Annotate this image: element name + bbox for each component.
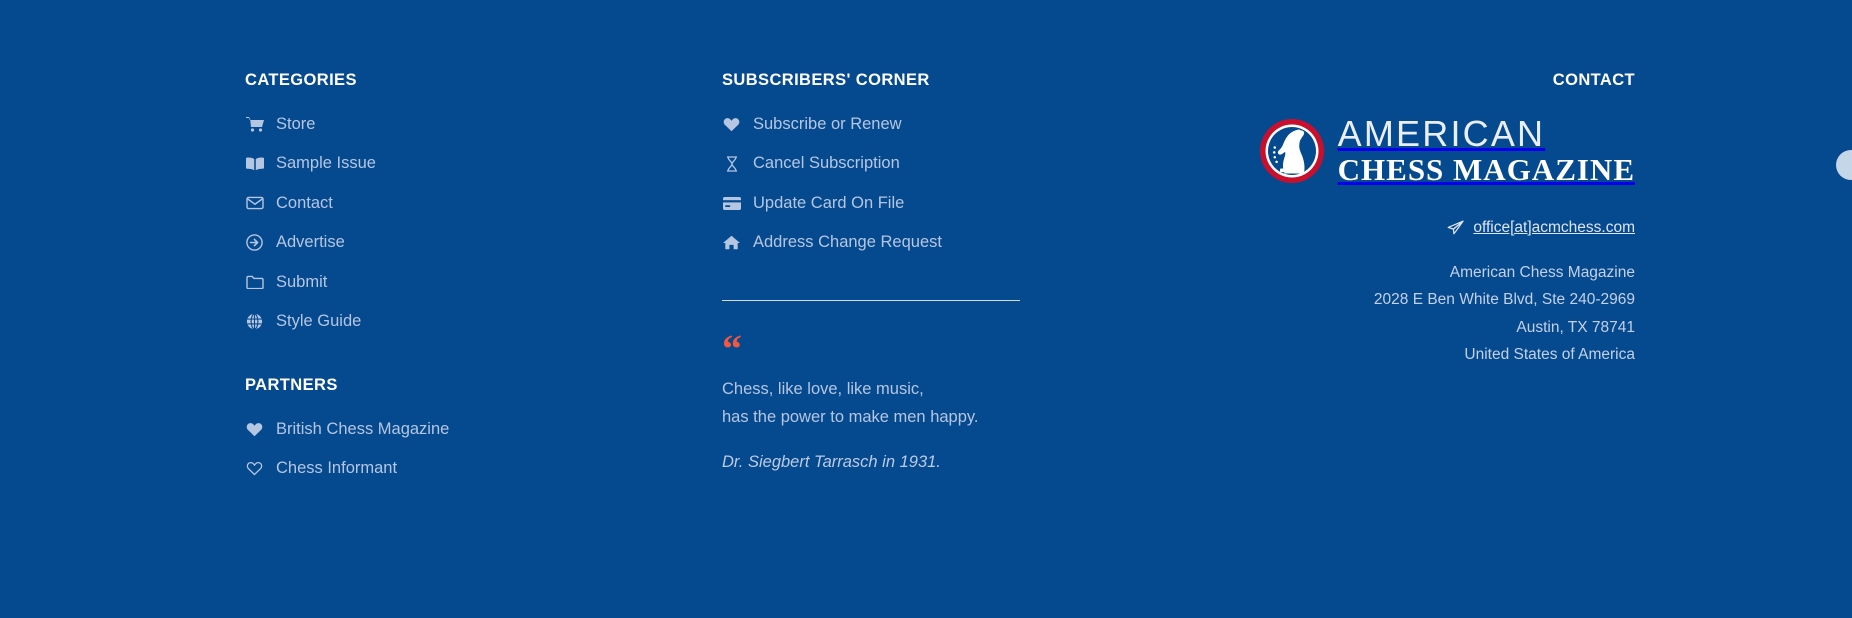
contact-email-link[interactable]: office[at]acmchess.com — [1180, 219, 1635, 237]
link-submit[interactable]: Submit — [245, 273, 575, 292]
link-label: Chess Informant — [276, 459, 398, 477]
footer-column-categories: CATEGORIES Store Sample Issue Contact Ad… — [245, 72, 575, 478]
address-line-1: American Chess Magazine — [1449, 263, 1635, 281]
list-item: Subscribe or Renew — [722, 115, 1082, 134]
envelope-icon — [245, 195, 264, 212]
list-item: Chess Informant — [245, 459, 575, 478]
arrow-circle-right-icon — [245, 234, 264, 251]
link-subscribe-or-renew[interactable]: Subscribe or Renew — [722, 115, 1082, 134]
open-book-icon — [245, 155, 264, 172]
footer-divider — [722, 300, 1020, 301]
hourglass-icon — [722, 155, 741, 172]
link-label: Submit — [276, 272, 328, 291]
link-label: Sample Issue — [276, 154, 376, 172]
link-label: British Chess Magazine — [276, 419, 450, 438]
link-cancel-subscription[interactable]: Cancel Subscription — [722, 154, 1082, 173]
partners-heading: PARTNERS — [245, 376, 338, 394]
footer-column-contact: CONTACT AMERICAN CHESS MAGAZINE office[a… — [1180, 72, 1635, 369]
shopping-cart-icon — [245, 116, 264, 133]
quote-text: Chess, like love, like music, has the po… — [722, 375, 1082, 431]
categories-heading: CATEGORIES — [245, 71, 357, 89]
link-update-card-on-file[interactable]: Update Card On File — [722, 194, 1082, 213]
quote-line-1: Chess, like love, like music, — [722, 380, 924, 398]
list-item: Cancel Subscription — [722, 154, 1082, 173]
link-style-guide[interactable]: Style Guide — [245, 312, 575, 331]
folder-icon — [245, 274, 264, 291]
link-sample-issue[interactable]: Sample Issue — [245, 154, 575, 173]
list-item: British Chess Magazine — [245, 420, 575, 439]
contact-email-text: office[at]acmchess.com — [1473, 218, 1635, 236]
list-item: Submit — [245, 273, 575, 292]
list-item: Address Change Request — [722, 233, 1082, 252]
heart-filled-icon — [245, 421, 264, 438]
list-item: Contact — [245, 194, 575, 213]
subscribers-heading: SUBSCRIBERS' CORNER — [722, 71, 930, 89]
heart-outline-icon — [245, 460, 264, 477]
link-chess-informant[interactable]: Chess Informant — [245, 459, 575, 478]
contact-heading: CONTACT — [1552, 71, 1635, 89]
list-item: Sample Issue — [245, 154, 575, 173]
list-item: Style Guide — [245, 312, 575, 331]
paper-plane-icon — [1446, 220, 1464, 236]
quote-line-2: has the power to make men happy. — [722, 408, 979, 426]
credit-card-icon — [722, 195, 741, 212]
partners-link-list: British Chess Magazine Chess Informant — [245, 420, 575, 479]
home-icon — [722, 234, 741, 251]
link-contact[interactable]: Contact — [245, 194, 575, 213]
logo-line-chess-magazine: CHESS MAGAZINE — [1337, 152, 1635, 187]
categories-link-list: Store Sample Issue Contact Advertise Sub… — [245, 115, 575, 332]
address-line-4: United States of America — [1464, 346, 1635, 363]
list-item: Store — [245, 115, 575, 134]
link-label: Subscribe or Renew — [753, 114, 902, 133]
quote-attribution: Dr. Siegbert Tarrasch in 1931. — [722, 453, 941, 471]
link-label: Cancel Subscription — [753, 154, 900, 172]
logo-wordmark: AMERICAN CHESS MAGAZINE — [1337, 113, 1635, 187]
subscribers-link-list: Subscribe or Renew Cancel Subscription U… — [722, 115, 1082, 253]
globe-icon — [245, 313, 264, 330]
link-address-change-request[interactable]: Address Change Request — [722, 233, 1082, 252]
link-label: Update Card On File — [753, 193, 905, 212]
link-label: Address Change Request — [753, 233, 942, 251]
link-label: Style Guide — [276, 312, 362, 330]
link-label: Store — [276, 114, 316, 133]
address-line-2: 2028 E Ben White Blvd, Ste 240-2969 — [1373, 291, 1635, 308]
site-footer: CATEGORIES Store Sample Issue Contact Ad… — [0, 0, 1852, 618]
list-item: Update Card On File — [722, 194, 1082, 213]
link-label: Contact — [276, 193, 333, 212]
heart-filled-icon — [722, 116, 741, 133]
quote-mark-icon: “ — [722, 326, 742, 371]
site-logo[interactable]: AMERICAN CHESS MAGAZINE — [1180, 115, 1635, 187]
logo-line-american: AMERICAN — [1337, 113, 1546, 154]
knight-chess-piece-icon — [1258, 117, 1326, 185]
link-label: Advertise — [276, 233, 345, 251]
footer-column-subscribers: SUBSCRIBERS' CORNER Subscribe or Renew C… — [722, 72, 1082, 472]
list-item: Advertise — [245, 233, 575, 252]
link-advertise[interactable]: Advertise — [245, 233, 575, 252]
address-line-3: Austin, TX 78741 — [1516, 318, 1635, 336]
link-british-chess-magazine[interactable]: British Chess Magazine — [245, 420, 575, 439]
link-store[interactable]: Store — [245, 115, 575, 134]
contact-address: American Chess Magazine 2028 E Ben White… — [1180, 259, 1635, 369]
